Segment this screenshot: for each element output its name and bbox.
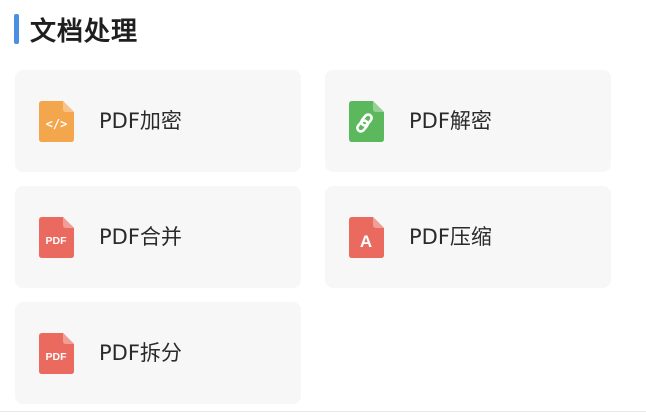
section-title: 文档处理 xyxy=(30,16,139,47)
svg-text:PDF: PDF xyxy=(46,351,68,363)
tool-label: PDF拆分 xyxy=(99,341,182,365)
link-file-icon xyxy=(349,101,384,142)
tool-card-pdf-encrypt[interactable]: </> PDF加密 xyxy=(15,70,301,172)
pdf-file-icon: PDF xyxy=(39,217,74,258)
tool-card-pdf-compress[interactable]: A PDF压缩 xyxy=(325,186,611,288)
bottom-divider xyxy=(0,411,646,412)
tool-card-pdf-merge[interactable]: PDF PDF合并 xyxy=(15,186,301,288)
section-header: 文档处理 xyxy=(14,12,139,47)
tool-label: PDF解密 xyxy=(409,109,492,133)
tool-label: PDF合并 xyxy=(99,225,182,249)
svg-text:A: A xyxy=(360,232,372,251)
a-file-icon: A xyxy=(349,217,384,258)
tool-label: PDF压缩 xyxy=(409,225,492,249)
pdf-file-icon: PDF xyxy=(39,333,74,374)
tool-card-pdf-split[interactable]: PDF PDF拆分 xyxy=(15,302,301,404)
tool-card-pdf-decrypt[interactable]: PDF解密 xyxy=(325,70,611,172)
svg-text:</>: </> xyxy=(46,117,68,131)
section-accent-bar xyxy=(14,14,19,44)
svg-text:PDF: PDF xyxy=(46,235,68,247)
tool-label: PDF加密 xyxy=(99,109,182,133)
code-file-icon: </> xyxy=(39,101,74,142)
